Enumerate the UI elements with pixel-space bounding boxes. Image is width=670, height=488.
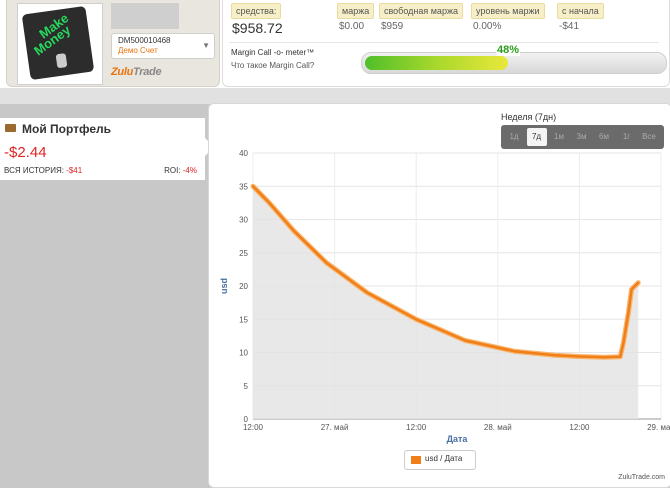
account-panel: Make Money DM500010468 Демо Счет ▼ ZuluT…	[6, 0, 220, 87]
x-tick-label-1: 27. май	[321, 423, 349, 432]
separator-strip	[0, 88, 670, 104]
stat-value-free-margin: $959	[381, 21, 404, 32]
equity-chart: 051015202530354012:00 27. май 12:00 28. май…	[219, 149, 670, 444]
margin-call-meter: 48%	[361, 44, 667, 74]
stat-label-margin-level: уровень маржи	[471, 3, 545, 19]
joystick-icon	[55, 53, 68, 69]
stat-value-margin-level: 0.00%	[473, 21, 502, 32]
briefcase-icon	[5, 124, 16, 132]
roi-value: -4%	[182, 166, 197, 175]
logo-trade: Trade	[133, 66, 162, 78]
stat-value-since-start: -$41	[559, 21, 580, 32]
stat-value-margin: $0.00	[339, 21, 365, 32]
history-value: -$41	[66, 166, 83, 175]
x-tick-label-2: 12:00	[406, 423, 427, 432]
stat-label-margin: маржа	[337, 3, 375, 19]
account-number: DM500010468	[118, 36, 171, 45]
margin-call-fill	[365, 56, 509, 70]
chart-legend[interactable]: usd / Дата	[404, 450, 476, 470]
y-tick-label-1: 5	[244, 382, 249, 391]
account-selector[interactable]: DM500010468 Демо Счет ▼	[111, 33, 215, 59]
y-tick-label-4: 20	[239, 282, 248, 291]
account-stats-panel: средства: $958.72 маржа $0.00 свободная …	[222, 0, 670, 87]
margin-call-help-link[interactable]: Что такое Margin Call?	[231, 61, 314, 70]
y-axis-label: usd	[219, 278, 229, 294]
chevron-down-icon: ▼	[202, 41, 210, 50]
x-tick-label-0: 12:00	[243, 423, 264, 432]
margin-call-percent: 48%	[496, 44, 521, 56]
chart-panel: Неделя (7дн) 1д 7д 1м 3м 6м 1г Все 0 5 10 15 20 25 3…	[208, 103, 670, 488]
stat-value-equity: $958.72	[232, 20, 283, 36]
y-tick-label-3: 15	[239, 315, 248, 324]
y-tick-label-8: 40	[239, 149, 248, 158]
account-type: Демо Счет	[118, 46, 158, 55]
chart-credit[interactable]: ZuluTrade.com	[618, 474, 665, 481]
portfolio-summary[interactable]: Мой Портфель -$2.44 ВСЯ ИСТОРИЯ: -$41 RO…	[0, 118, 214, 180]
x-tick-label-4: 12:00	[569, 423, 590, 432]
legend-swatch	[411, 456, 421, 464]
y-tick-label-5: 25	[239, 249, 248, 258]
portfolio-value: -$2.44	[4, 144, 47, 161]
legend-label: usd / Дата	[425, 454, 463, 463]
portfolio-history: ВСЯ ИСТОРИЯ: -$41	[4, 166, 82, 175]
y-tick-label-2: 10	[239, 349, 248, 358]
x-tick-label-3: 28. май	[484, 423, 512, 432]
logo-zulu: Zulu	[111, 66, 134, 78]
user-name-redacted	[111, 3, 179, 29]
margin-call-title: Margin Call -o- meter™	[231, 48, 315, 57]
x-tick-label-5: 29. май	[647, 423, 670, 432]
history-label: ВСЯ ИСТОРИЯ:	[4, 166, 64, 175]
stat-label-free-margin: свободная маржа	[379, 3, 463, 19]
zulutrade-logo[interactable]: ZuluTrade	[111, 66, 162, 78]
stat-label-since-start: с начала	[557, 3, 604, 19]
y-tick-label-7: 35	[239, 182, 248, 191]
portfolio-roi: ROI: -4%	[164, 166, 197, 175]
divider	[229, 42, 659, 43]
y-tick-label-6: 30	[239, 216, 248, 225]
portfolio-title: Мой Портфель	[22, 122, 112, 136]
avatar-image: Make Money	[21, 5, 95, 81]
x-axis-label: Дата	[447, 434, 469, 444]
stat-label-equity: средства:	[231, 3, 282, 19]
roi-label: ROI:	[164, 166, 181, 175]
avatar[interactable]: Make Money	[17, 3, 103, 85]
